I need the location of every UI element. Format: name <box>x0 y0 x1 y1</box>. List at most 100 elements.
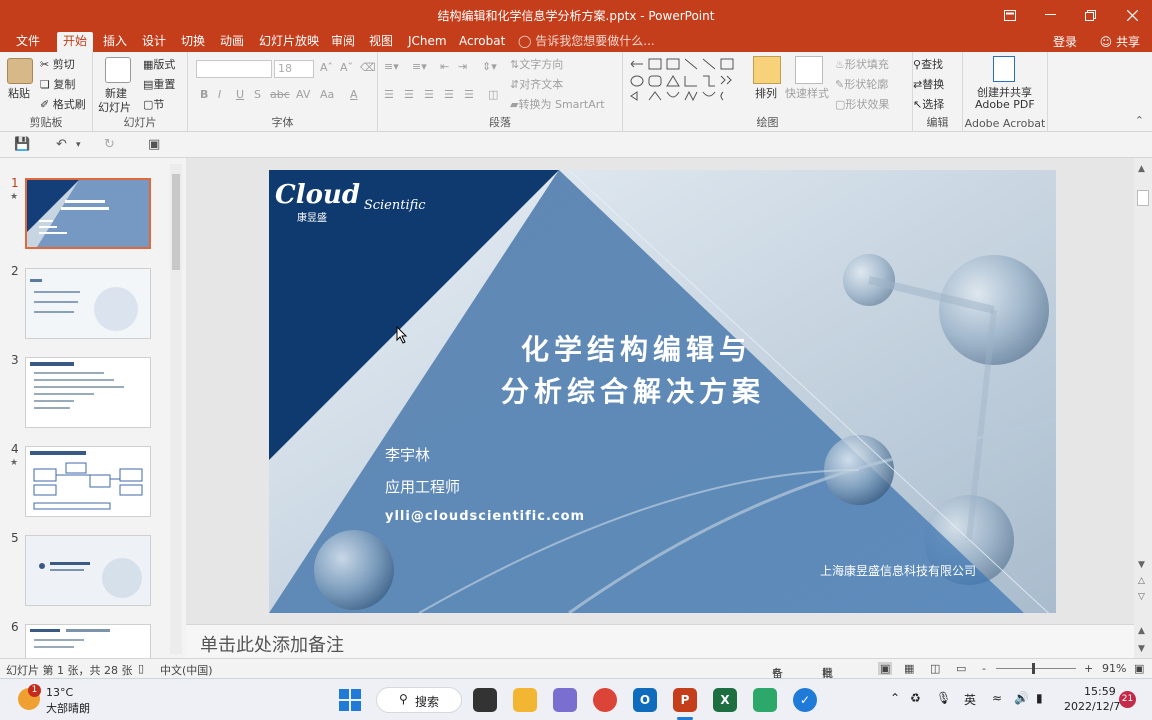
thumbnail-slide-3[interactable] <box>25 357 151 428</box>
previous-slide-icon[interactable]: △ <box>1138 576 1145 586</box>
slide-sorter-icon[interactable]: ▦ <box>904 662 914 675</box>
align-text-button[interactable]: ⇵对齐文本 <box>510 76 563 92</box>
tab-review[interactable]: 审阅 <box>325 32 361 52</box>
shape-outline-button[interactable]: ✎形状轮廓 <box>835 76 888 92</box>
normal-view-icon[interactable]: ▣ <box>878 662 893 675</box>
tab-view[interactable]: 视图 <box>363 32 399 52</box>
font-name-input[interactable] <box>196 60 272 78</box>
thumbnail-slide-6[interactable] <box>25 624 151 658</box>
bullets-icon[interactable]: ≡▾ <box>384 60 399 73</box>
zoom-slider[interactable] <box>996 663 1076 674</box>
ribbon-display-options-icon[interactable] <box>990 0 1030 30</box>
media-app-icon[interactable] <box>553 688 577 712</box>
battery-icon[interactable]: ▮ <box>1036 691 1043 705</box>
underline-button[interactable]: U <box>236 88 244 101</box>
strikethrough-button[interactable]: abc <box>270 88 290 101</box>
tab-file[interactable]: 文件 <box>10 32 46 52</box>
file-explorer-icon[interactable] <box>513 688 537 712</box>
collapse-ribbon-icon[interactable]: ⌃ <box>1135 114 1144 127</box>
excel-icon[interactable]: X <box>713 688 737 712</box>
wifi-icon[interactable]: ≈ <box>992 691 1002 705</box>
slide-title-line1[interactable]: 化学结构编辑与 <box>521 328 752 368</box>
language-indicator[interactable]: 中文(中国) <box>160 662 213 678</box>
char-spacing-button[interactable]: AV <box>296 88 310 101</box>
notes-pane[interactable]: 单击此处添加备注 <box>186 624 1134 658</box>
italic-button[interactable]: I <box>218 88 221 101</box>
font-color-button[interactable]: A <box>350 88 358 101</box>
notes-scroll-up-icon[interactable]: ▲ <box>1138 626 1145 636</box>
shapes-gallery[interactable] <box>627 56 745 112</box>
tray-expand-icon[interactable]: ⌃ <box>890 691 900 705</box>
scroll-up-icon[interactable]: ▲ <box>1138 164 1145 174</box>
paste-button[interactable]: 粘贴 <box>8 85 30 101</box>
presenter-email[interactable]: ylli@cloudscientific.com <box>385 509 585 524</box>
align-left-icon[interactable]: ☰ <box>384 88 394 101</box>
bold-button[interactable]: B <box>200 88 208 101</box>
powerpoint-icon[interactable]: P <box>673 688 697 712</box>
company-name[interactable]: 上海康昱盛信息科技有限公司 <box>820 562 976 579</box>
volume-icon[interactable]: 🔊 <box>1014 691 1029 705</box>
justify-icon[interactable]: ☰ <box>444 88 454 101</box>
recovery-icon[interactable]: ♻ <box>910 691 921 705</box>
minimize-button[interactable] <box>1030 0 1070 30</box>
quick-styles-button[interactable]: 快速样式 <box>785 85 829 101</box>
increase-indent-icon[interactable]: ⇥ <box>458 60 467 73</box>
reset-button[interactable]: ▤重置 <box>143 76 175 92</box>
notes-placeholder[interactable]: 单击此处添加备注 <box>200 631 344 657</box>
tab-slideshow[interactable]: 幻灯片放映 <box>253 32 325 52</box>
find-button[interactable]: ⚲查找 <box>913 56 943 72</box>
grow-font-icon[interactable]: Aˆ <box>320 61 333 74</box>
copy-button[interactable]: ❏ 复制 <box>40 76 75 92</box>
shape-effects-button[interactable]: ▢形状效果 <box>835 96 889 112</box>
redo-icon[interactable]: ↻ <box>104 137 115 152</box>
clock-date[interactable]: 2022/12/7 <box>1064 700 1120 713</box>
tab-design[interactable]: 设计 <box>136 32 172 52</box>
thumbnail-scrollbar[interactable] <box>170 164 182 654</box>
login-link[interactable]: 登录 <box>1053 33 1077 50</box>
distributed-icon[interactable]: ☰ <box>464 88 474 101</box>
numbering-icon[interactable]: ≡▾ <box>412 60 427 73</box>
app-icon[interactable] <box>753 688 777 712</box>
tab-jchem[interactable]: JChem <box>402 32 453 52</box>
columns-icon[interactable]: ◫ <box>488 88 498 101</box>
zoom-slider-thumb[interactable] <box>1032 663 1035 674</box>
thumbnail-slide-2[interactable] <box>25 268 151 339</box>
align-center-icon[interactable]: ☰ <box>404 88 414 101</box>
thumbnail-slide-4[interactable] <box>25 446 151 517</box>
undo-dropdown-icon[interactable]: ▾ <box>76 140 81 150</box>
smartart-button[interactable]: ▰转换为 SmartArt <box>510 96 605 112</box>
thumbnail-slide-5[interactable] <box>25 535 151 606</box>
undo-icon[interactable]: ↶ <box>56 137 67 152</box>
new-slide-label2[interactable]: 幻灯片 <box>98 99 131 115</box>
presenter-role[interactable]: 应用工程师 <box>385 476 460 497</box>
clear-format-icon[interactable]: ⌫ <box>360 61 376 74</box>
fit-to-window-icon[interactable]: ▣ <box>1134 662 1144 675</box>
tasks-app-icon[interactable]: ✓ <box>793 688 817 712</box>
layout-button[interactable]: ▦版式 <box>143 56 175 72</box>
presentation-icon[interactable]: ▣ <box>148 137 160 152</box>
outlook-icon[interactable]: O <box>633 688 657 712</box>
align-right-icon[interactable]: ☰ <box>424 88 434 101</box>
close-button[interactable] <box>1112 0 1152 30</box>
decrease-indent-icon[interactable]: ⇤ <box>440 60 449 73</box>
spellcheck-icon[interactable]: ▯ <box>138 662 144 675</box>
zoom-level[interactable]: 91% <box>1102 662 1126 675</box>
share-button[interactable]: ☺ 共享 <box>1100 33 1140 50</box>
notification-badge[interactable]: 21 <box>1119 691 1136 708</box>
reading-view-icon[interactable]: ◫ <box>930 662 940 675</box>
ime-indicator[interactable]: 英 <box>964 691 976 708</box>
tab-animations[interactable]: 动画 <box>214 32 250 52</box>
weather-desc[interactable]: 大部晴朗 <box>46 700 90 716</box>
tab-home[interactable]: 开始 <box>57 32 94 52</box>
weather-temp[interactable]: 13°C <box>46 686 73 699</box>
change-case-button[interactable]: Aa <box>320 88 334 101</box>
adobe-pdf-label[interactable]: Adobe PDF <box>975 98 1035 111</box>
slide-title-line2[interactable]: 分析综合解决方案 <box>501 370 765 410</box>
presenter-name[interactable]: 李宇林 <box>385 444 430 465</box>
next-slide-icon[interactable]: ▽ <box>1138 592 1145 602</box>
replace-button[interactable]: ⇄替换 <box>913 76 944 92</box>
zoom-in-button[interactable]: + <box>1084 662 1093 675</box>
tell-me-box[interactable]: ◯ 告诉我您想要做什么... <box>518 32 655 50</box>
tab-insert[interactable]: 插入 <box>97 32 133 52</box>
scrollbar-thumb[interactable] <box>172 174 180 270</box>
